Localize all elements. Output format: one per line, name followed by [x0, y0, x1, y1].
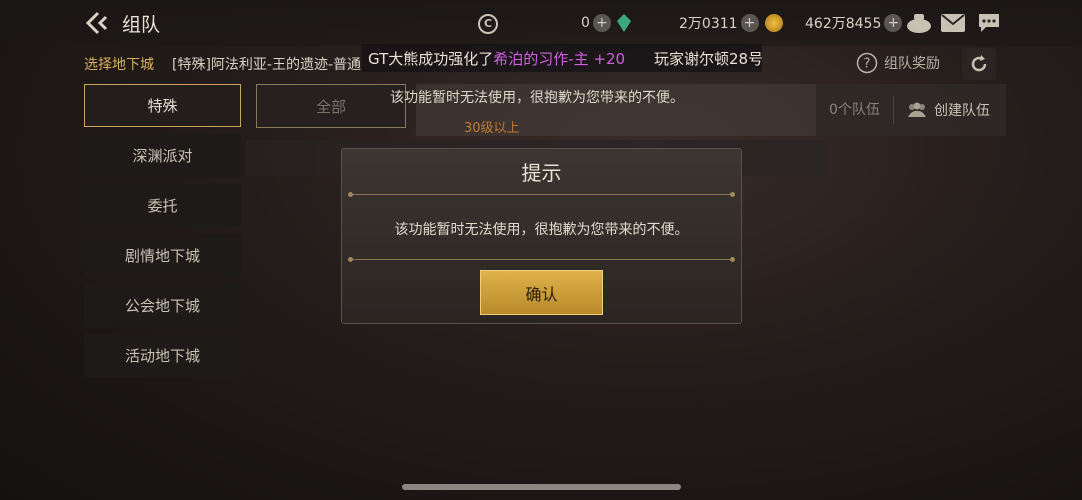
green-gem-icon	[616, 14, 631, 32]
currency-gold: 2万0311 +	[679, 12, 783, 34]
home-indicator[interactable]	[402, 484, 681, 490]
announcement-text: GT大熊成功强化了希泊的习作-主 +20	[368, 48, 625, 69]
add-money-button[interactable]: +	[884, 14, 903, 32]
announcement-highlight: 希泊的习作-主 +20	[493, 50, 626, 68]
bag-icon[interactable]	[906, 12, 932, 38]
chat-icon[interactable]	[977, 12, 1001, 38]
currency-gem-amount: 0	[581, 15, 590, 31]
add-gold-button[interactable]: +	[740, 14, 759, 32]
dialog-divider-bottom	[348, 257, 735, 262]
sidebar-item-special[interactable]: 特殊	[84, 84, 241, 127]
gold-coin-icon	[764, 14, 783, 32]
coin-c-icon: C	[478, 14, 498, 34]
svg-text:?: ?	[864, 57, 871, 72]
create-team-button[interactable]: 创建队伍	[894, 100, 990, 120]
announcement-next: 玩家谢尔顿28号	[654, 50, 762, 68]
level-requirement: 30级以上	[464, 121, 520, 136]
currency-gem: 0 +	[581, 12, 631, 34]
sidebar-item-label: 剧情地下城	[124, 247, 200, 265]
confirm-label: 确认	[525, 284, 558, 304]
selected-dungeon[interactable]: [特殊]阿法利亚-王的遗迹-普通	[172, 54, 362, 74]
sidebar-item-abyss-party[interactable]: 深渊派对	[84, 134, 241, 177]
sidebar-item-label: 深渊派对	[132, 147, 193, 165]
currency-money-amount: 462万8455	[805, 16, 882, 32]
sidebar-item-label: 特殊	[147, 97, 178, 115]
notice-dialog: 提示 该功能暂时无法使用，很抱歉为您带来的不便。 确认	[341, 148, 742, 324]
sidebar-item-label: 活动地下城	[124, 347, 200, 365]
sidebar-item-guild-dungeon[interactable]: 公会地下城	[84, 284, 241, 327]
mail-icon[interactable]	[941, 14, 965, 36]
group-icon	[908, 102, 926, 117]
confirm-button[interactable]: 确认	[480, 270, 603, 315]
team-count: 0个队伍	[816, 96, 894, 124]
team-reward-button[interactable]: ? 组队奖励	[856, 52, 940, 74]
team-actions-panel: 0个队伍 创建队伍	[816, 84, 1006, 136]
sidebar-item-label: 委托	[147, 197, 178, 215]
sidebar-item-commission[interactable]: 委托	[84, 184, 241, 227]
sidebar-item-story-dungeon[interactable]: 剧情地下城	[84, 234, 241, 277]
question-icon: ?	[856, 52, 878, 74]
sidebar-item-label: 公会地下城	[124, 297, 200, 315]
page-title: 组队	[122, 14, 161, 36]
currency-gold-amount: 2万0311	[679, 16, 738, 32]
team-reward-label: 组队奖励	[884, 56, 940, 72]
sidebar-item-event-dungeon[interactable]: 活动地下城	[84, 334, 241, 377]
dialog-title: 提示	[521, 161, 562, 185]
back-arrow-icon[interactable]	[82, 8, 112, 38]
toast-message: 该功能暂时无法使用，很抱歉为您带来的不便。	[390, 90, 684, 106]
refresh-button[interactable]	[962, 48, 996, 80]
refresh-icon	[971, 55, 987, 72]
tab-all[interactable]: 全部	[256, 84, 406, 128]
create-team-label: 创建队伍	[934, 103, 990, 119]
add-gem-button[interactable]: +	[592, 14, 611, 32]
dialog-message: 该功能暂时无法使用，很抱歉为您带来的不便。	[394, 222, 689, 238]
currency-money: 462万8455 +	[805, 12, 903, 34]
dialog-divider-top	[348, 192, 735, 197]
announcement-part1: GT大熊成功强化了	[368, 50, 494, 68]
tab-all-label: 全部	[315, 97, 346, 116]
select-dungeon-label: 选择地下城	[84, 57, 154, 73]
